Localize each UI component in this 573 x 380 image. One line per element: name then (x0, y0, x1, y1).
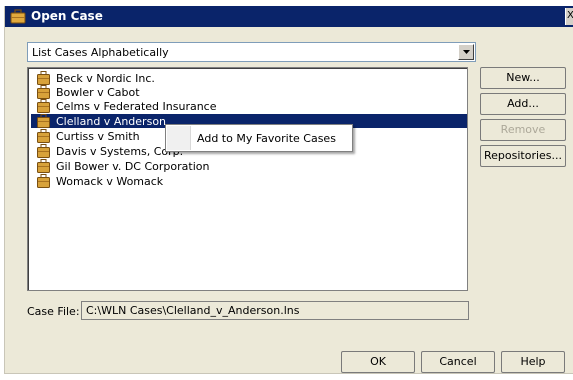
add-button-label: Add... (507, 97, 539, 110)
ok-button[interactable]: OK (341, 351, 415, 373)
briefcase-icon (37, 159, 50, 173)
briefcase-icon (37, 85, 50, 99)
case-label: Gil Bower v. DC Corporation (56, 160, 210, 173)
dropdown-button[interactable] (458, 44, 474, 60)
ok-button-label: OK (370, 355, 386, 368)
briefcase-icon (10, 9, 26, 24)
title-bar[interactable]: Open Case X (5, 6, 573, 27)
open-case-dialog: Open Case X List Cases Alphabetically Be… (4, 6, 573, 374)
menu-gutter (167, 126, 191, 150)
cancel-button-label: Cancel (439, 355, 477, 368)
list-item[interactable]: Bowler v Cabot (31, 85, 467, 99)
list-item[interactable]: Gil Bower v. DC Corporation (31, 159, 467, 173)
briefcase-icon (37, 71, 50, 85)
help-button-label: Help (520, 355, 546, 368)
briefcase-icon (37, 99, 50, 113)
menu-item-add-favorite[interactable]: Add to My Favorite Cases (167, 126, 351, 150)
new-button[interactable]: New... (480, 67, 566, 89)
new-button-label: New... (506, 71, 540, 84)
case-list[interactable]: Beck v Nordic Inc. Bowler v Cabot Celms … (27, 67, 468, 291)
case-label: Curtiss v Smith (56, 130, 140, 143)
chevron-down-icon (463, 50, 470, 54)
briefcase-icon (37, 129, 50, 143)
case-label: Clelland v Anderson (56, 115, 167, 128)
case-file-field: C:\WLN Cases\Clelland_v_Anderson.lns (81, 301, 469, 320)
case-label: Celms v Federated Insurance (56, 100, 217, 113)
case-label: Beck v Nordic Inc. (56, 72, 155, 85)
briefcase-icon (37, 144, 50, 158)
close-button[interactable]: X (565, 8, 573, 25)
remove-button[interactable]: Remove (480, 119, 566, 141)
remove-button-label: Remove (500, 123, 546, 136)
menu-item-label: Add to My Favorite Cases (197, 132, 336, 145)
repositories-button-label: Repositories... (483, 149, 563, 162)
sort-order-select[interactable]: List Cases Alphabetically (27, 42, 476, 62)
context-menu: Add to My Favorite Cases (165, 124, 353, 152)
screen: Open Case X List Cases Alphabetically Be… (0, 0, 573, 380)
case-file-label: Case File: (27, 305, 80, 318)
case-label: Bowler v Cabot (56, 86, 140, 99)
repositories-button[interactable]: Repositories... (480, 145, 566, 167)
add-button[interactable]: Add... (480, 93, 566, 115)
case-file-value: C:\WLN Cases\Clelland_v_Anderson.lns (86, 304, 300, 317)
briefcase-icon (37, 174, 50, 188)
sort-order-value: List Cases Alphabetically (32, 46, 169, 59)
list-item[interactable]: Beck v Nordic Inc. (31, 71, 467, 85)
list-item[interactable]: Womack v Womack (31, 174, 467, 188)
case-label: Womack v Womack (56, 175, 164, 188)
dialog-title: Open Case (31, 9, 103, 23)
briefcase-icon (37, 114, 50, 128)
cancel-button[interactable]: Cancel (421, 351, 495, 373)
help-button[interactable]: Help (501, 351, 565, 373)
list-item[interactable]: Celms v Federated Insurance (31, 99, 467, 113)
